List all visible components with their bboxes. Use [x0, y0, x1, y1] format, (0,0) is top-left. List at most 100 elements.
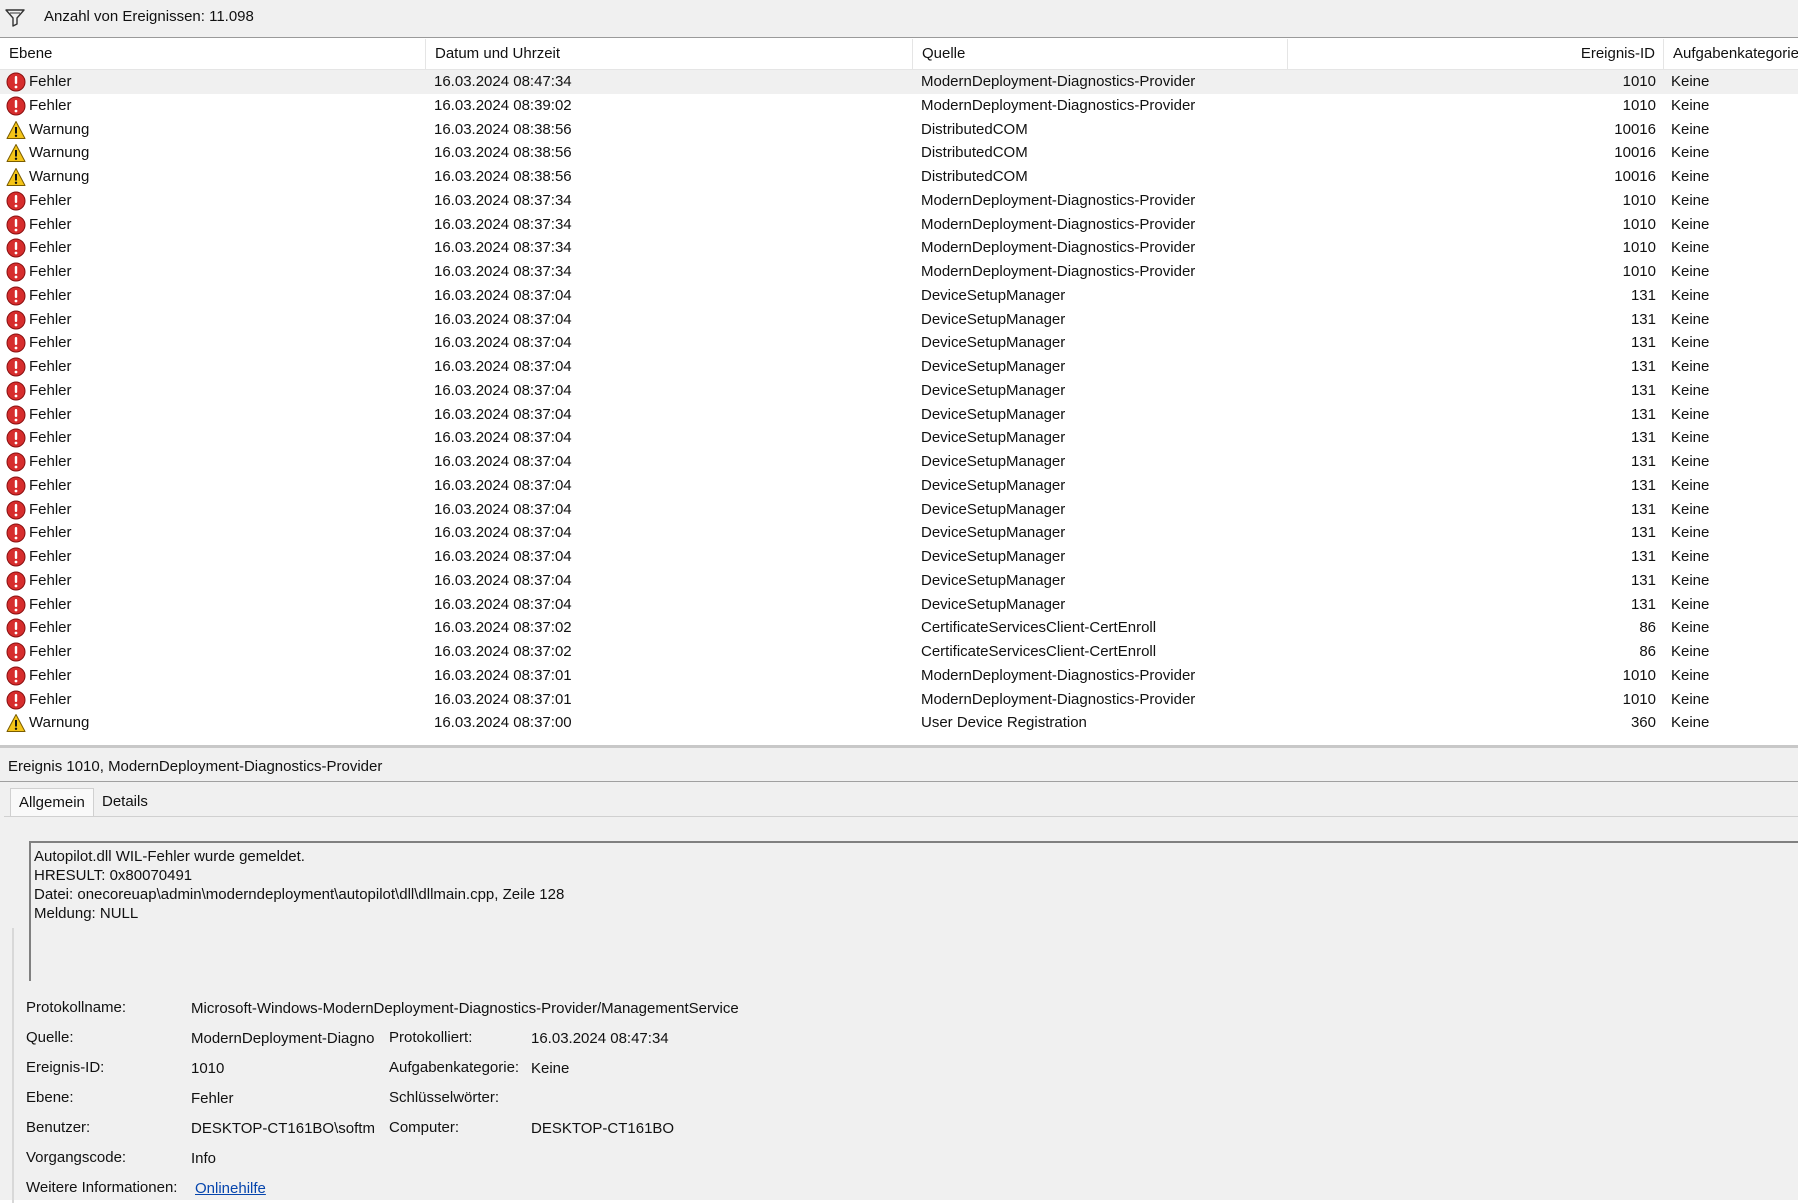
event-level: Fehler: [29, 666, 72, 684]
column-header-source[interactable]: Quelle: [913, 39, 1288, 69]
event-row[interactable]: Fehler 16.03.2024 08:37:34 ModernDeploymen…: [0, 236, 1798, 260]
task-category-value: Keine: [531, 1060, 570, 1077]
event-id: 131: [1630, 476, 1656, 494]
event-row[interactable]: Fehler 16.03.2024 08:37:34 ModernDeploymen…: [0, 189, 1798, 213]
event-row[interactable]: Fehler 16.03.2024 08:37:02 CertificateServ…: [0, 640, 1798, 664]
event-category: Keine: [1671, 476, 1710, 494]
event-level: Fehler: [29, 73, 72, 90]
event-datetime: 16.03.2024 08:37:04: [434, 286, 572, 304]
event-row[interactable]: Fehler 16.03.2024 08:37:04 DeviceSetupMana…: [0, 569, 1798, 593]
event-category: Keine: [1671, 381, 1710, 399]
event-level: Fehler: [29, 381, 72, 399]
event-category: Keine: [1671, 524, 1710, 542]
event-datetime: 16.03.2024 08:37:34: [434, 215, 572, 233]
event-row[interactable]: Fehler 16.03.2024 08:37:04 DeviceSetupMana…: [0, 379, 1798, 403]
error-icon: [6, 310, 26, 330]
event-row[interactable]: Fehler 16.03.2024 08:37:04 DeviceSetupMana…: [0, 545, 1798, 569]
error-icon: [6, 595, 26, 615]
error-icon: [6, 642, 26, 662]
error-icon: [6, 381, 26, 401]
event-source: DeviceSetupManager: [921, 334, 1066, 352]
event-row[interactable]: Warnung 16.03.2024 08:37:00 User Device Re…: [0, 711, 1798, 735]
event-id: 86: [1639, 619, 1656, 637]
event-id: 131: [1630, 358, 1656, 375]
error-icon: [6, 523, 26, 543]
column-header-category[interactable]: Aufgabenkategorie: [1664, 39, 1798, 69]
event-row[interactable]: Fehler 16.03.2024 08:37:04 DeviceSetupMana…: [0, 308, 1798, 332]
column-header-datetime[interactable]: Datum und Uhrzeit: [426, 39, 913, 69]
event-category: Keine: [1671, 215, 1710, 233]
event-id: 131: [1630, 595, 1656, 613]
warning-icon: [6, 713, 26, 733]
event-row[interactable]: Fehler 16.03.2024 08:37:34 ModernDeploymen…: [0, 213, 1798, 237]
event-row[interactable]: Fehler 16.03.2024 08:37:04 DeviceSetupMana…: [0, 403, 1798, 427]
event-row[interactable]: Fehler 16.03.2024 08:47:34 ModernDeploymen…: [0, 70, 1798, 94]
tab-details[interactable]: Details: [94, 788, 156, 816]
event-category: Keine: [1671, 595, 1710, 613]
event-source: DistributedCOM: [921, 144, 1028, 162]
event-row[interactable]: Fehler 16.03.2024 08:39:02 ModernDeploymen…: [0, 94, 1798, 118]
tab-general[interactable]: Allgemein: [10, 788, 94, 817]
event-row[interactable]: Fehler 16.03.2024 08:37:04 DeviceSetupMana…: [0, 331, 1798, 355]
level-label: Ebene:: [26, 1089, 74, 1106]
event-row[interactable]: Fehler 16.03.2024 08:37:04 DeviceSetupMana…: [0, 521, 1798, 545]
event-row[interactable]: Warnung 16.03.2024 08:38:56 DistributedCOM…: [0, 165, 1798, 189]
event-datetime: 16.03.2024 08:37:04: [434, 548, 572, 565]
event-row[interactable]: Fehler 16.03.2024 08:37:01 ModernDeploymen…: [0, 688, 1798, 712]
event-source: ModernDeployment-Diagnostics-Provider: [921, 96, 1196, 114]
event-description-box[interactable]: Autopilot.dll WIL-Fehler wurde gemeldet.…: [29, 841, 1798, 981]
online-help-link[interactable]: Onlinehilfe: [195, 1180, 266, 1197]
event-id: 1010: [1622, 191, 1656, 209]
event-id: 360: [1630, 714, 1656, 732]
event-id: 1010: [1622, 96, 1656, 114]
event-datetime: 16.03.2024 08:37:04: [434, 595, 572, 613]
error-icon: [6, 618, 26, 638]
opcode-label: Vorgangscode:: [26, 1149, 127, 1166]
level-value: Fehler: [191, 1090, 234, 1107]
event-category: Keine: [1671, 429, 1710, 447]
source-value: ModernDeployment-Diagno: [191, 1030, 375, 1047]
event-datetime: 16.03.2024 08:37:00: [434, 714, 572, 732]
event-level: Warnung: [29, 168, 90, 185]
event-row[interactable]: Fehler 16.03.2024 08:37:01 ModernDeploymen…: [0, 664, 1798, 688]
error-icon: [6, 96, 26, 116]
event-row[interactable]: Fehler 16.03.2024 08:37:04 DeviceSetupMana…: [0, 450, 1798, 474]
description-line: Autopilot.dll WIL-Fehler wurde gemeldet.: [34, 848, 305, 865]
event-datetime: 16.03.2024 08:39:02: [434, 96, 572, 114]
error-icon: [6, 547, 26, 567]
event-row[interactable]: Fehler 16.03.2024 08:37:04 DeviceSetupMana…: [0, 593, 1798, 617]
event-source: ModernDeployment-Diagnostics-Provider: [921, 239, 1196, 257]
event-id: 1010: [1622, 263, 1656, 280]
event-row[interactable]: Fehler 16.03.2024 08:37:04 DeviceSetupMana…: [0, 426, 1798, 450]
event-category: Keine: [1671, 286, 1710, 304]
event-row[interactable]: Fehler 16.03.2024 08:37:04 DeviceSetupMana…: [0, 284, 1798, 308]
event-source: DeviceSetupManager: [921, 286, 1066, 304]
event-row[interactable]: Fehler 16.03.2024 08:37:04 DeviceSetupMana…: [0, 474, 1798, 498]
event-row[interactable]: Fehler 16.03.2024 08:37:02 CertificateServ…: [0, 616, 1798, 640]
event-row[interactable]: Fehler 16.03.2024 08:37:04 DeviceSetupMana…: [0, 498, 1798, 522]
event-datetime: 16.03.2024 08:38:56: [434, 120, 572, 138]
error-icon: [6, 191, 26, 211]
event-category: Keine: [1671, 643, 1710, 660]
filter-icon[interactable]: [4, 7, 26, 27]
column-header-event-id[interactable]: Ereignis-ID: [1288, 39, 1664, 69]
event-source: ModernDeployment-Diagnostics-Provider: [921, 215, 1196, 233]
event-level: Fehler: [29, 524, 72, 542]
event-datetime: 16.03.2024 08:37:04: [434, 453, 572, 470]
event-row[interactable]: Fehler 16.03.2024 08:37:34 ModernDeploymen…: [0, 260, 1798, 284]
details-title: Ereignis 1010, ModernDeployment-Diagnost…: [8, 758, 383, 775]
event-datetime: 16.03.2024 08:37:04: [434, 429, 572, 447]
event-source: ModernDeployment-Diagnostics-Provider: [921, 263, 1196, 280]
description-line: HRESULT: 0x80070491: [34, 867, 193, 884]
event-row[interactable]: Warnung 16.03.2024 08:38:56 DistributedCOM…: [0, 141, 1798, 165]
event-id: 131: [1630, 381, 1656, 399]
column-header-level[interactable]: Ebene: [0, 39, 426, 69]
event-row[interactable]: Fehler 16.03.2024 08:37:04 DeviceSetupMana…: [0, 355, 1798, 379]
event-row[interactable]: Warnung 16.03.2024 08:38:56 DistributedCOM…: [0, 118, 1798, 142]
event-source: DeviceSetupManager: [921, 358, 1066, 375]
event-count-label: Anzahl von Ereignissen: 11.098: [44, 8, 254, 25]
event-category: Keine: [1671, 73, 1710, 90]
event-id: 131: [1630, 310, 1656, 328]
error-icon: [6, 262, 26, 282]
event-datetime: 16.03.2024 08:37:04: [434, 524, 572, 542]
